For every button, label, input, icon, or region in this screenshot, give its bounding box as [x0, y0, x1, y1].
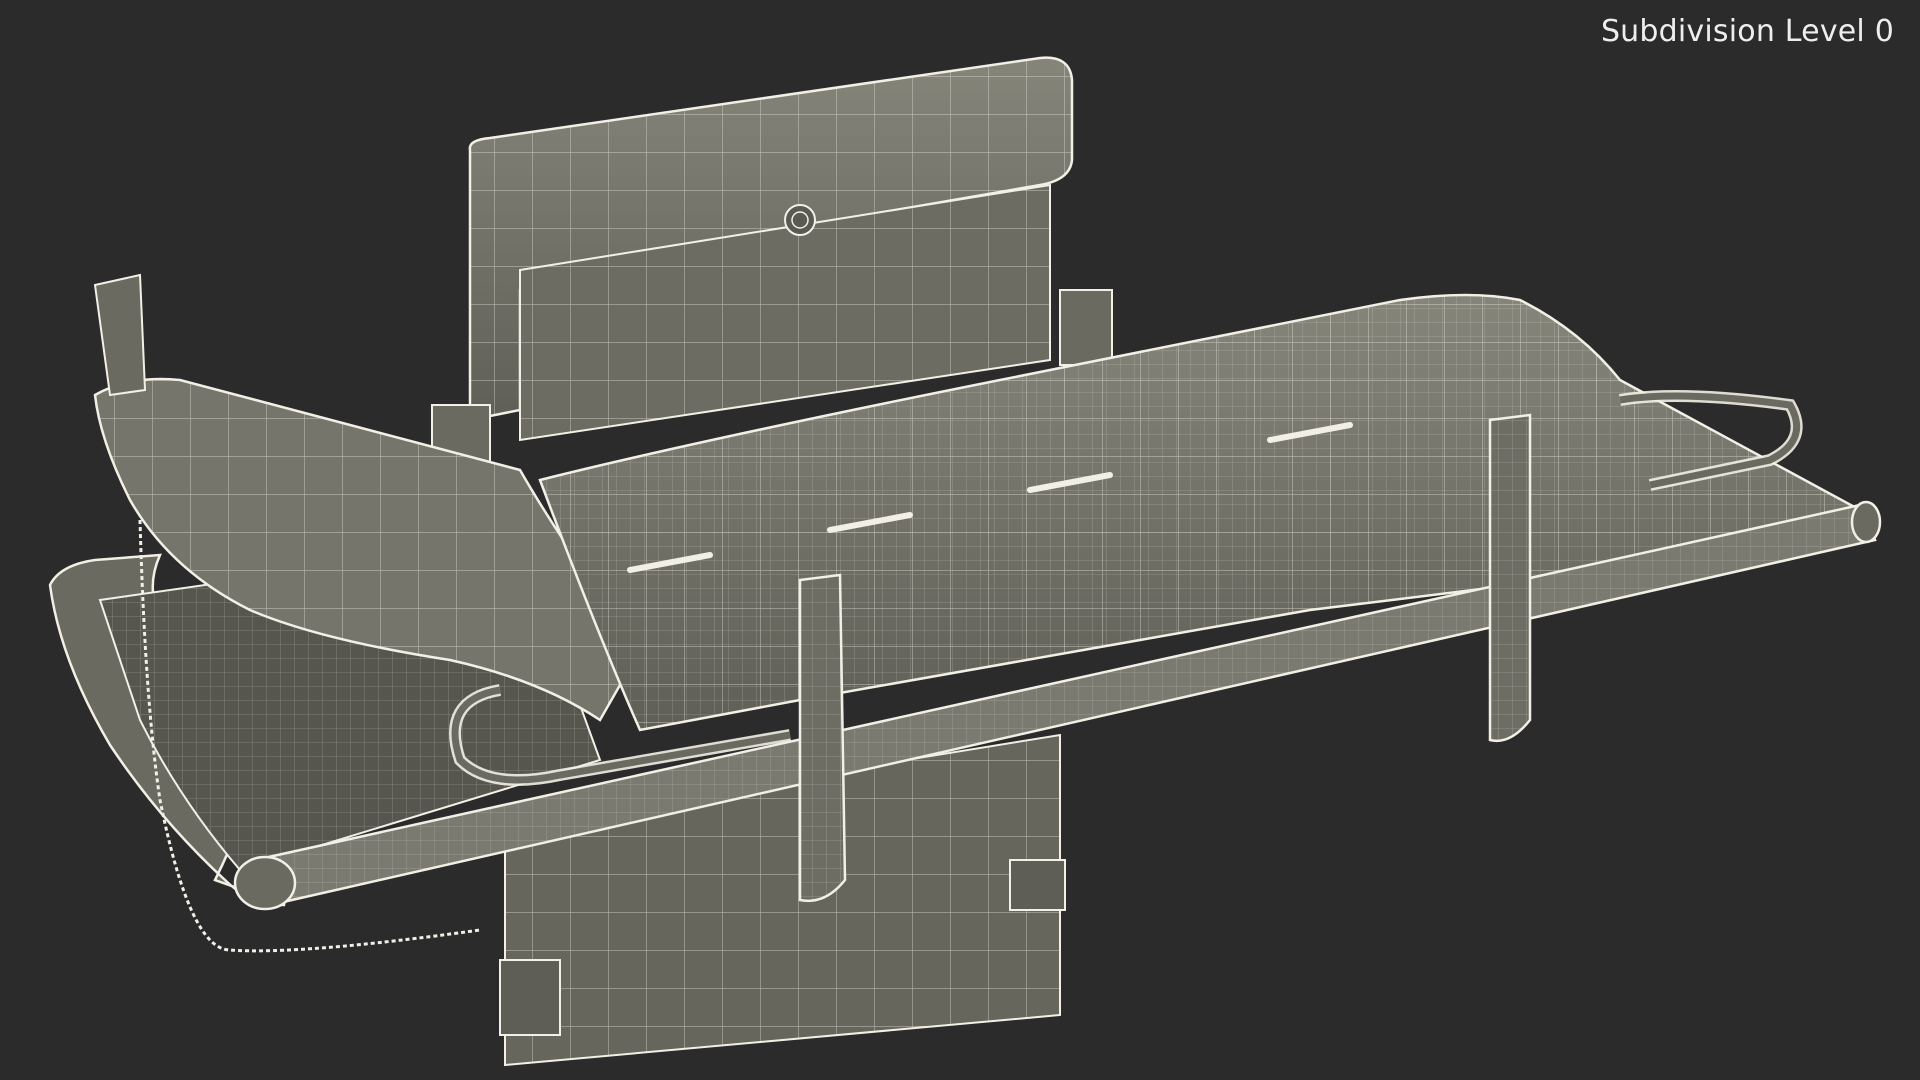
subdivision-level-label: Subdivision Level 0 — [1600, 14, 1894, 49]
wireframe-render — [48, 56, 1882, 1067]
3d-viewport[interactable]: Subdivision Level 0 — [0, 0, 1920, 1080]
